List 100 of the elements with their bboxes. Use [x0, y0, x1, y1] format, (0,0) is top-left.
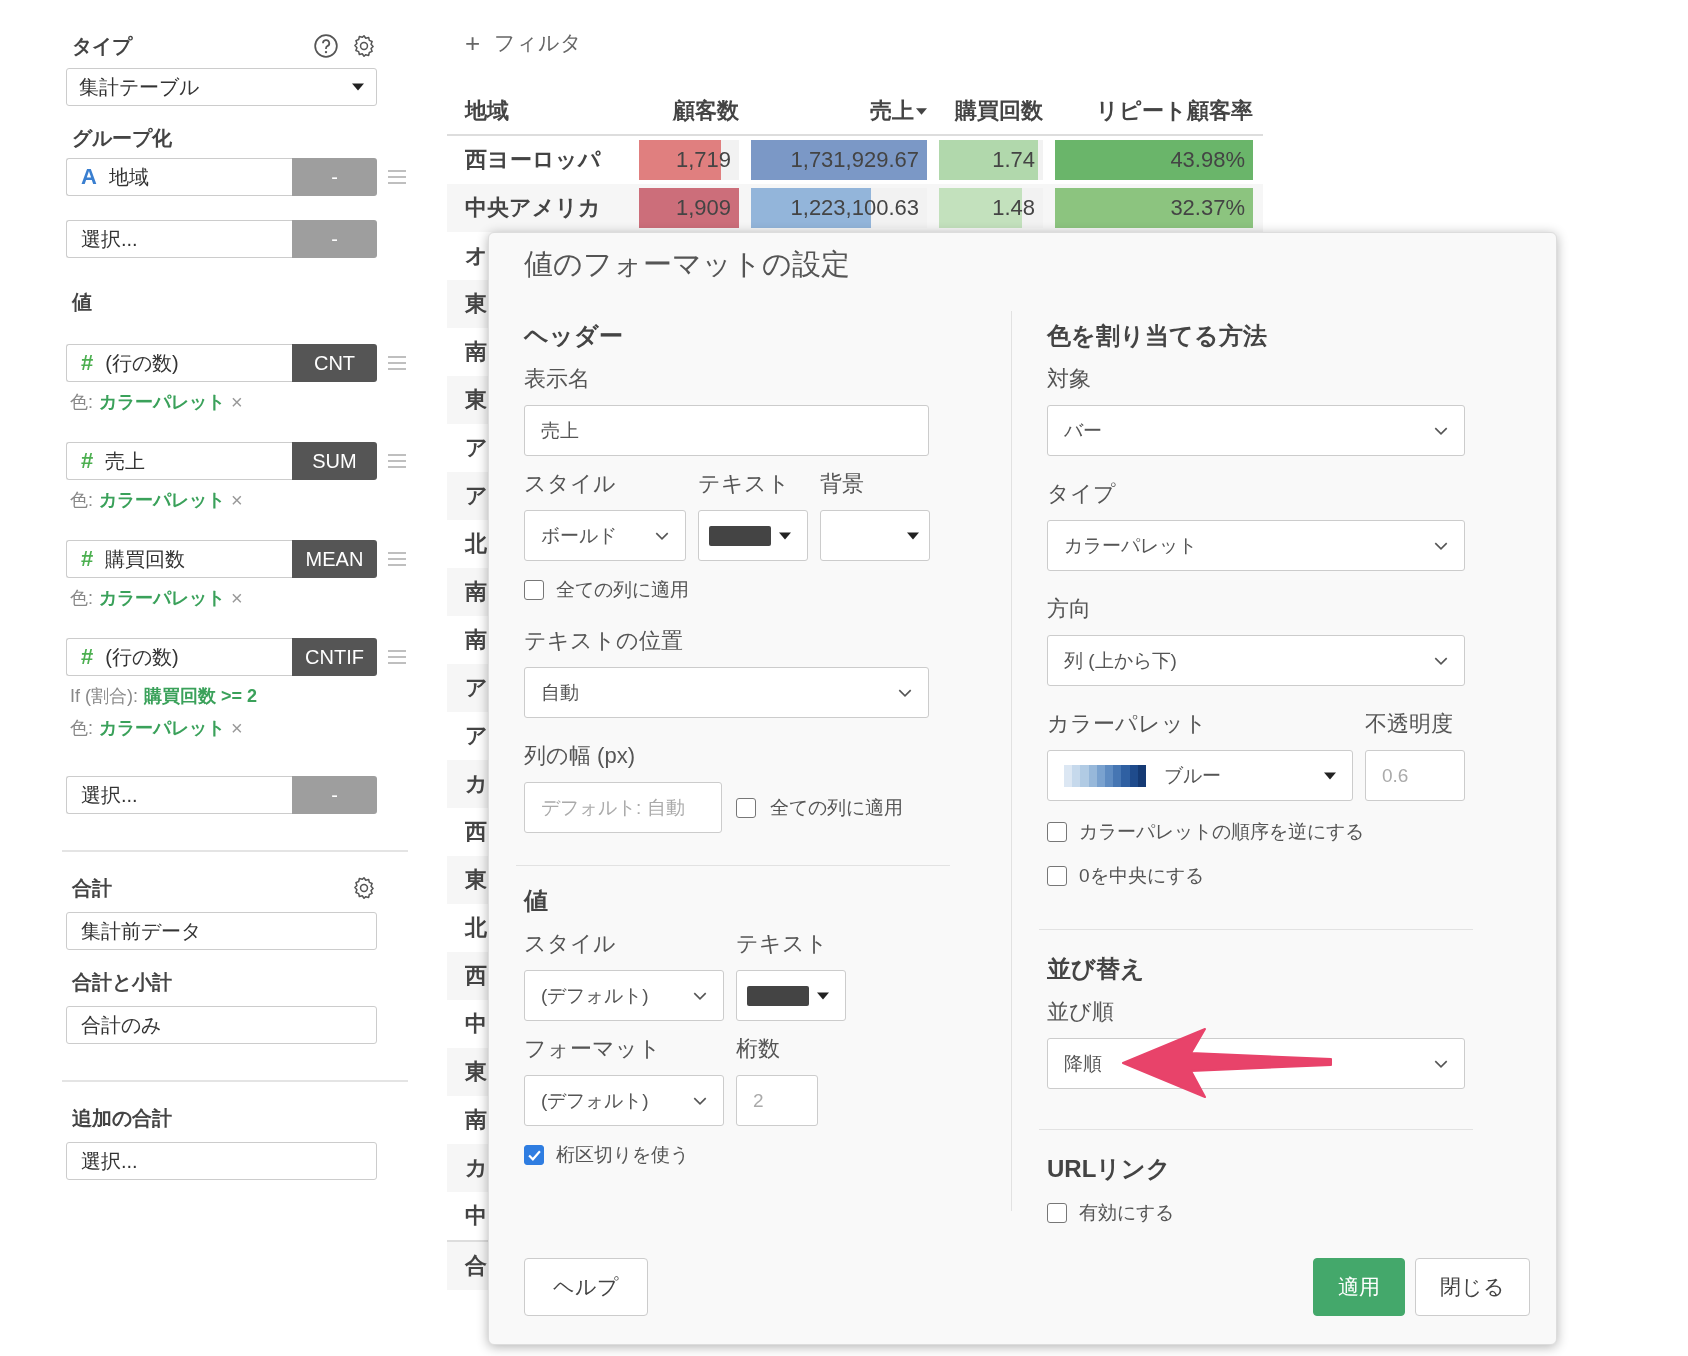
drag-handle-icon[interactable]: [388, 650, 406, 664]
checkbox-label: 有効にする: [1079, 1201, 1174, 1225]
digits-input[interactable]: 2: [736, 1075, 818, 1126]
text-color-picker[interactable]: [698, 510, 808, 561]
checkbox[interactable]: [524, 1145, 544, 1165]
field-type-icon: #: [81, 350, 94, 376]
style-select[interactable]: ボールド: [524, 510, 686, 561]
field-label: 並び順: [1047, 998, 1115, 1026]
opacity-input[interactable]: 0.6: [1365, 750, 1465, 801]
field-label: スタイル: [524, 930, 617, 958]
field-name: 購買回数: [105, 546, 186, 572]
value-field[interactable]: # 購買回数: [66, 540, 292, 578]
section-heading: 並び替え: [1047, 954, 1146, 984]
dialog-button[interactable]: ヘルプ: [524, 1258, 648, 1316]
field-label: テキスト: [698, 470, 791, 498]
aggregate-button[interactable]: CNTIF: [292, 638, 377, 676]
field-label: 列の幅 (px): [524, 742, 636, 770]
help-icon[interactable]: [313, 33, 339, 59]
text-color-picker[interactable]: [736, 970, 846, 1021]
checkbox[interactable]: [1047, 822, 1067, 842]
column-header[interactable]: リピート顧客率: [1053, 96, 1263, 126]
field-name: 地域: [108, 164, 149, 190]
palette-select[interactable]: ブルー: [1047, 750, 1353, 801]
aggregate-button[interactable]: SUM: [292, 442, 377, 480]
field-label: 表示名: [524, 365, 591, 393]
region-cell-text: 南: [465, 338, 487, 366]
group-select[interactable]: 選択...: [66, 220, 292, 258]
cell-value: 1.74: [992, 147, 1035, 173]
region-cell-text: 北: [465, 530, 487, 558]
checkbox[interactable]: [736, 797, 756, 818]
column-width-input[interactable]: デフォルト: 自動: [524, 782, 722, 833]
subtotal-label: 合計と小計: [71, 970, 173, 995]
chevron-icon: [655, 531, 669, 540]
region-cell-text: カ: [465, 1154, 488, 1182]
column-header[interactable]: 購買回数: [937, 96, 1053, 126]
field-type-icon: #: [81, 448, 94, 474]
checkmark-icon: [527, 1149, 541, 1161]
cell-value: 1,731,929.67: [790, 147, 919, 173]
dialog-title: 値のフォーマットの設定: [524, 247, 851, 282]
style-select[interactable]: (デフォルト): [524, 970, 724, 1021]
caret-icon: [1324, 771, 1336, 780]
chevron-icon: [693, 1096, 707, 1105]
sort-caret-icon: [916, 107, 927, 115]
value-field[interactable]: # (行の数): [66, 638, 292, 676]
type-select[interactable]: 集計テーブル: [66, 68, 377, 106]
field-label: タイプ: [1047, 480, 1117, 508]
background-color-picker[interactable]: [820, 510, 930, 561]
region-cell-text: ア: [465, 482, 488, 510]
format-select[interactable]: (デフォルト): [524, 1075, 724, 1126]
region-cell-text: 中: [465, 1202, 487, 1230]
direction-select[interactable]: 列 (上から下): [1047, 635, 1465, 686]
drag-handle-icon[interactable]: [388, 552, 406, 566]
field-label: カラーパレット: [1047, 710, 1208, 738]
display-name-input[interactable]: 売上: [524, 405, 929, 456]
section-heading: 値: [524, 886, 549, 916]
section-heading: 色を割り当てる方法: [1047, 321, 1268, 351]
drag-handle-icon[interactable]: [388, 170, 406, 184]
checkbox[interactable]: [524, 580, 544, 600]
column-header[interactable]: 売上: [749, 96, 937, 126]
value-select[interactable]: 選択...: [66, 776, 292, 814]
subtotal-select[interactable]: 合計のみ: [66, 1006, 377, 1044]
column-header[interactable]: 地域: [447, 96, 637, 126]
aggregate-button[interactable]: CNT: [292, 344, 377, 382]
color-swatch: [747, 985, 809, 1006]
caret-icon: [817, 991, 829, 1000]
region-cell-text: オ: [465, 242, 488, 270]
value-field[interactable]: # 売上: [66, 442, 292, 480]
region-cell-text: ア: [465, 434, 488, 462]
color-ramp-icon: [1064, 764, 1146, 787]
filter-button[interactable]: + フィルタ: [447, 28, 1688, 58]
note-label: If (割合):: [70, 685, 138, 708]
drag-handle-icon[interactable]: [388, 356, 406, 370]
region-cell-text: 東: [465, 866, 487, 894]
text-position-select[interactable]: 自動: [524, 667, 929, 718]
target-select[interactable]: バー: [1047, 405, 1465, 456]
field-name: (行の数): [105, 350, 179, 376]
field-label: スタイル: [524, 470, 617, 498]
checkbox[interactable]: [1047, 866, 1067, 886]
aggregate-button[interactable]: MEAN: [292, 540, 377, 578]
field-label: 方向: [1047, 595, 1092, 623]
chevron-icon: [1434, 541, 1448, 550]
drag-handle-icon[interactable]: [388, 454, 406, 468]
cell-value: 1.48: [992, 195, 1035, 221]
checkbox[interactable]: [1047, 1203, 1067, 1223]
value-field[interactable]: # (行の数): [66, 344, 292, 382]
field-name: (行の数): [105, 644, 179, 670]
column-header[interactable]: 顧客数: [637, 96, 749, 126]
dialog-button[interactable]: 閉じる: [1415, 1258, 1530, 1316]
type-select[interactable]: カラーパレット: [1047, 520, 1465, 571]
checkbox-label: 桁区切りを使う: [556, 1143, 689, 1167]
settings-icon[interactable]: [351, 33, 377, 59]
caret-icon: [779, 531, 791, 540]
settings-icon[interactable]: [351, 875, 377, 901]
values-label: 値: [71, 290, 93, 315]
note-label: 色:: [70, 489, 93, 512]
chevron-icon: [1434, 426, 1448, 435]
total-select[interactable]: 集計前データ: [66, 912, 377, 950]
group-field[interactable]: A 地域: [66, 158, 292, 196]
checkbox-label: 0を中央にする: [1079, 864, 1204, 888]
extra-total-select[interactable]: 選択...: [66, 1142, 377, 1180]
